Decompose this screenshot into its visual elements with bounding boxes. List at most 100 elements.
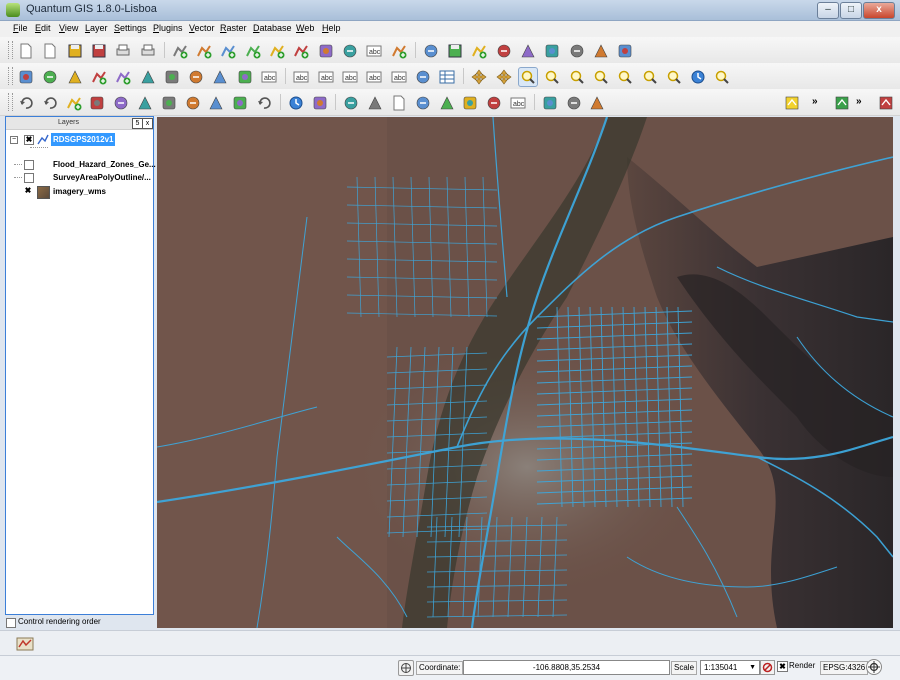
identify-icon[interactable]: [286, 93, 306, 113]
menu-file[interactable]: File: [13, 23, 28, 33]
split-parts-icon[interactable]: [159, 93, 179, 113]
show-bookmarks-icon[interactable]: [484, 93, 504, 113]
layer-row-survey-area[interactable]: SurveyAreaPolyOutline/...: [8, 171, 151, 184]
save-project-icon[interactable]: [65, 41, 85, 61]
menu-edit[interactable]: Edit: [35, 23, 51, 33]
redo-2-icon[interactable]: [254, 93, 274, 113]
digitize-curve-icon[interactable]: [230, 93, 250, 113]
new-bookmark-icon[interactable]: [460, 93, 480, 113]
projection-icon[interactable]: [398, 660, 414, 676]
manage-plugins-icon[interactable]: [16, 67, 36, 87]
undo-icon[interactable]: [16, 93, 36, 113]
close-button[interactable]: x: [863, 2, 895, 19]
show-hide-labels-icon[interactable]: abc: [316, 67, 336, 87]
open-project-icon[interactable]: [40, 41, 60, 61]
add-raster-icon[interactable]: [194, 41, 214, 61]
coordinate-field[interactable]: -106.8808,35.2534: [463, 660, 670, 675]
overflow-chevron-2[interactable]: »: [856, 96, 862, 107]
pan-icon[interactable]: [469, 67, 489, 87]
numerical-digitize-icon[interactable]: [540, 93, 560, 113]
node-tool-icon[interactable]: [518, 41, 538, 61]
open-attribute-table-icon[interactable]: [389, 93, 409, 113]
tile-scale-right-icon[interactable]: [876, 93, 896, 113]
save-edits-icon[interactable]: [445, 41, 465, 61]
numerical-digitize-right-icon[interactable]: [782, 93, 802, 113]
fill-ring-icon[interactable]: [87, 93, 107, 113]
highlight-pin-icon[interactable]: [413, 67, 433, 87]
change-label-icon[interactable]: abc: [389, 67, 409, 87]
zoom-next-icon[interactable]: [664, 67, 684, 87]
overflow-chevron-1[interactable]: »: [812, 96, 818, 107]
crs-status-icon[interactable]: [866, 659, 882, 675]
layer-row-imagery-wms[interactable]: ✖ imagery_wms: [8, 185, 151, 199]
split-features-icon[interactable]: [210, 67, 230, 87]
map-render[interactable]: [157, 117, 893, 628]
minimize-button[interactable]: –: [817, 2, 839, 19]
cut-features-icon[interactable]: [567, 41, 587, 61]
menu-vector[interactable]: Vector: [189, 23, 215, 33]
crs-status-button[interactable]: EPSG:4326: [820, 661, 869, 675]
layer-visibility-checkbox[interactable]: [24, 160, 34, 170]
menu-view[interactable]: View: [59, 23, 78, 33]
zoom-to-selection-icon[interactable]: [591, 67, 611, 87]
menu-settings[interactable]: Settings: [114, 23, 147, 33]
layer-row-flood-hazard[interactable]: Flood_Hazard_Zones_Ge...: [8, 158, 156, 171]
add-wms-icon[interactable]: [267, 41, 287, 61]
menu-raster[interactable]: Raster: [220, 23, 247, 33]
scale-combobox[interactable]: 1:135041 ▼: [700, 660, 760, 675]
render-checkbox-icon[interactable]: ✖: [777, 661, 788, 672]
menu-web[interactable]: Web: [296, 23, 314, 33]
map-canvas[interactable]: [157, 117, 893, 628]
pan-to-selection-icon[interactable]: [494, 67, 514, 87]
add-delimited-text-icon[interactable]: abc: [364, 41, 384, 61]
layer-visibility-checkbox[interactable]: [24, 173, 34, 183]
menu-database[interactable]: Database: [253, 23, 292, 33]
zoom-to-layer-icon[interactable]: [615, 67, 635, 87]
measure-line-icon[interactable]: [413, 93, 433, 113]
move-label-icon[interactable]: abc: [340, 67, 360, 87]
tile-scale-icon[interactable]: [587, 93, 607, 113]
magnifier-icon[interactable]: [712, 67, 732, 87]
layer-row-rdsgps[interactable]: − ✖ RDSGPS2012v1: [8, 133, 151, 146]
pin-labels-icon[interactable]: abc: [291, 67, 311, 87]
toolbar-grip[interactable]: [8, 41, 13, 59]
add-vector-icon[interactable]: [170, 41, 190, 61]
add-feature-icon[interactable]: [469, 41, 489, 61]
toggle-editing-icon[interactable]: [421, 41, 441, 61]
zoom-last-icon[interactable]: [640, 67, 660, 87]
redo-icon[interactable]: [40, 93, 60, 113]
toolbar-grip[interactable]: [8, 67, 13, 85]
rotate-label-icon[interactable]: abc: [364, 67, 384, 87]
stop-render-icon[interactable]: [760, 660, 775, 675]
label-icon[interactable]: abc: [259, 67, 279, 87]
new-shapefile-icon[interactable]: [316, 41, 336, 61]
node-tool-2-icon[interactable]: [183, 93, 203, 113]
zoom-in-icon[interactable]: [518, 67, 538, 87]
refresh-icon[interactable]: [688, 67, 708, 87]
reshape-icon[interactable]: [186, 67, 206, 87]
action-icon[interactable]: [310, 93, 330, 113]
delete-selected-icon[interactable]: [542, 41, 562, 61]
copy-features-icon[interactable]: [591, 41, 611, 61]
python-console-icon[interactable]: [40, 67, 60, 87]
zoom-out-icon[interactable]: [542, 67, 562, 87]
menu-help[interactable]: Help: [322, 23, 341, 33]
select-features-icon[interactable]: [341, 93, 361, 113]
merge-layers-icon[interactable]: [65, 67, 85, 87]
new-project-icon[interactable]: [16, 41, 36, 61]
add-postgis-icon[interactable]: [218, 41, 238, 61]
simplify-icon[interactable]: [162, 67, 182, 87]
print-icon[interactable]: [138, 41, 158, 61]
map-tips-icon[interactable]: [437, 93, 457, 113]
save-as-icon[interactable]: [89, 41, 109, 61]
add-part-icon[interactable]: [89, 67, 109, 87]
layer-properties-icon[interactable]: [437, 67, 457, 87]
add-ring-icon[interactable]: [113, 67, 133, 87]
add-circular-string-icon[interactable]: [64, 93, 84, 113]
collapse-icon[interactable]: −: [10, 136, 18, 144]
layer-visibility-checkbox[interactable]: ✖: [24, 187, 32, 195]
deselect-icon[interactable]: [365, 93, 385, 113]
maximize-button[interactable]: □: [840, 2, 862, 19]
add-wfs-icon[interactable]: [291, 41, 311, 61]
toolbar-grip[interactable]: [8, 93, 13, 111]
